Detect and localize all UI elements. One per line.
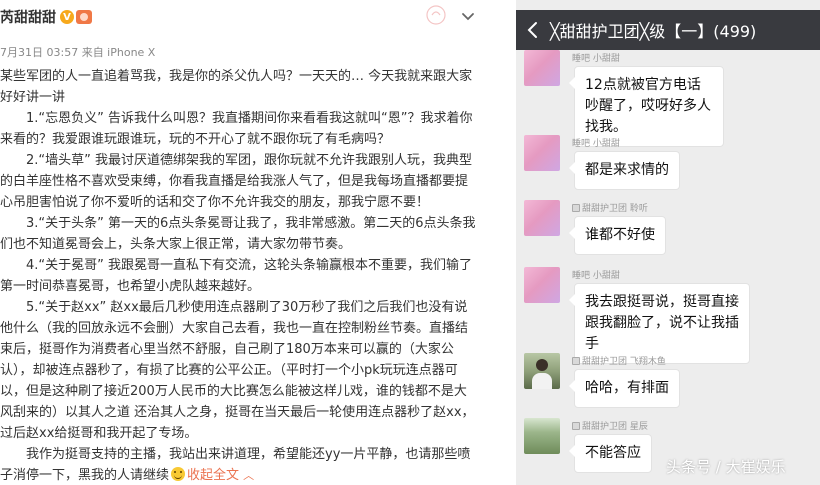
avatar[interactable] <box>524 267 560 303</box>
message-bubble: 都是来求情的 <box>569 151 680 190</box>
chevron-up-icon[interactable]: ︿ <box>243 469 254 482</box>
avatar[interactable] <box>524 50 560 86</box>
chat-title: ╳甜甜护卫团╳级【一】(499) <box>550 22 757 41</box>
avatar[interactable] <box>524 353 560 389</box>
message-bubble: 哈哈，有排面 <box>569 369 680 408</box>
sender-name: 甜甜护卫团 聆听 <box>572 201 648 214</box>
message-bubble: 我去跟挺哥说，挺哥直接跟我翻脸了，说不让我插手 <box>569 283 750 364</box>
post-paragraph: 4.“关于冕哥” 我跟冕哥一直私下有交流，这轮头条输赢根本不重要，我们输了第一时… <box>0 258 473 294</box>
sender-name: 甜甜护卫团 星辰 <box>572 419 648 432</box>
post-body: 某些军团的人一直追着骂我，我是你的杀父仇人吗？一天天的… 今天我就来跟大家好好讲… <box>0 66 478 485</box>
group-chat: ╳甜甜护卫团╳级【一】(499) 睡吧 小甜甜 12点就被官方电话吵醒了，哎呀好… <box>516 0 820 485</box>
decoration-icon <box>426 5 446 25</box>
avatar[interactable] <box>524 418 560 454</box>
chevron-down-icon[interactable] <box>458 8 478 26</box>
sender-label: 甜甜护卫团 飞翔木鱼 <box>582 357 666 367</box>
post-meta: 7月31日 03:57 来自 iPhone X <box>0 46 156 59</box>
group-tag-icon <box>572 356 580 365</box>
message-bubble: 12点就被官方电话吵醒了，哎呀好多人找我。 <box>569 66 724 147</box>
sender-label: 甜甜护卫团 星辰 <box>582 422 648 432</box>
post-paragraph: 某些军团的人一直追着骂我，我是你的杀父仇人吗？一天天的… 今天我就来跟大家好好讲… <box>0 69 473 105</box>
username[interactable]: 芮甜甜甜 <box>0 7 56 27</box>
level-badge-icon <box>76 10 92 24</box>
message-bubble: 谁都不好使 <box>569 216 666 255</box>
watermark-text: 头条号 / 大崔娱乐 <box>666 458 786 476</box>
post-paragraph: 3.“关于头条” 第一天的6点头条冕哥让我了，我非常感激。第二天的6点头条我们也… <box>0 216 476 252</box>
chat-header: ╳甜甜护卫团╳级【一】(499) <box>516 10 820 50</box>
sender-label: 甜甜护卫团 聆听 <box>582 204 648 214</box>
post-paragraph-last: 我作为挺哥支持的主播，我站出来讲道理，希望能还yy一片平静，也请那些喷子消停一下… <box>0 444 478 485</box>
sender-name: 睡吧 小甜甜 <box>572 54 620 64</box>
avatar[interactable] <box>524 135 560 171</box>
group-tag-icon <box>572 203 580 212</box>
collapse-label[interactable]: 收起全文 <box>187 468 239 483</box>
sender-name: 睡吧 小甜甜 <box>572 139 620 149</box>
post-header: 芮甜甜甜 V <box>0 6 92 28</box>
post-paragraph: 1.“忘恩负义” 告诉我什么叫恩？我直播期间你来看看我这就叫“恩”？我求着你来看… <box>0 111 473 147</box>
sender-name: 甜甜护卫团 飞翔木鱼 <box>572 354 666 367</box>
message-list[interactable]: 睡吧 小甜甜 12点就被官方电话吵醒了，哎呀好多人找我。 睡吧 小甜甜 都是来求… <box>516 50 820 485</box>
verified-v-icon: V <box>60 10 74 24</box>
collapse-button[interactable]: 收起全文 ︿ <box>187 468 254 483</box>
group-tag-icon <box>572 421 580 430</box>
back-arrow-icon[interactable] <box>516 10 550 50</box>
avatar[interactable] <box>524 200 560 236</box>
post-paragraph: 5.“关于赵xx” 赵xx最后几秒使用连点器刷了30万秒了我们之后我们也没有说他… <box>0 300 475 441</box>
message-bubble: 不能答应 <box>569 434 652 473</box>
smiley-icon <box>171 467 186 481</box>
weibo-post: 芮甜甜甜 V 7月31日 03:57 来自 iPhone X 某些军团的人一直追… <box>0 0 500 485</box>
sender-name: 睡吧 小甜甜 <box>572 271 620 281</box>
post-paragraph: 2.“墙头草” 我最讨厌道德绑架我的军团，跟你玩就不允许我跟别人玩，我典型的白羊… <box>0 153 473 210</box>
